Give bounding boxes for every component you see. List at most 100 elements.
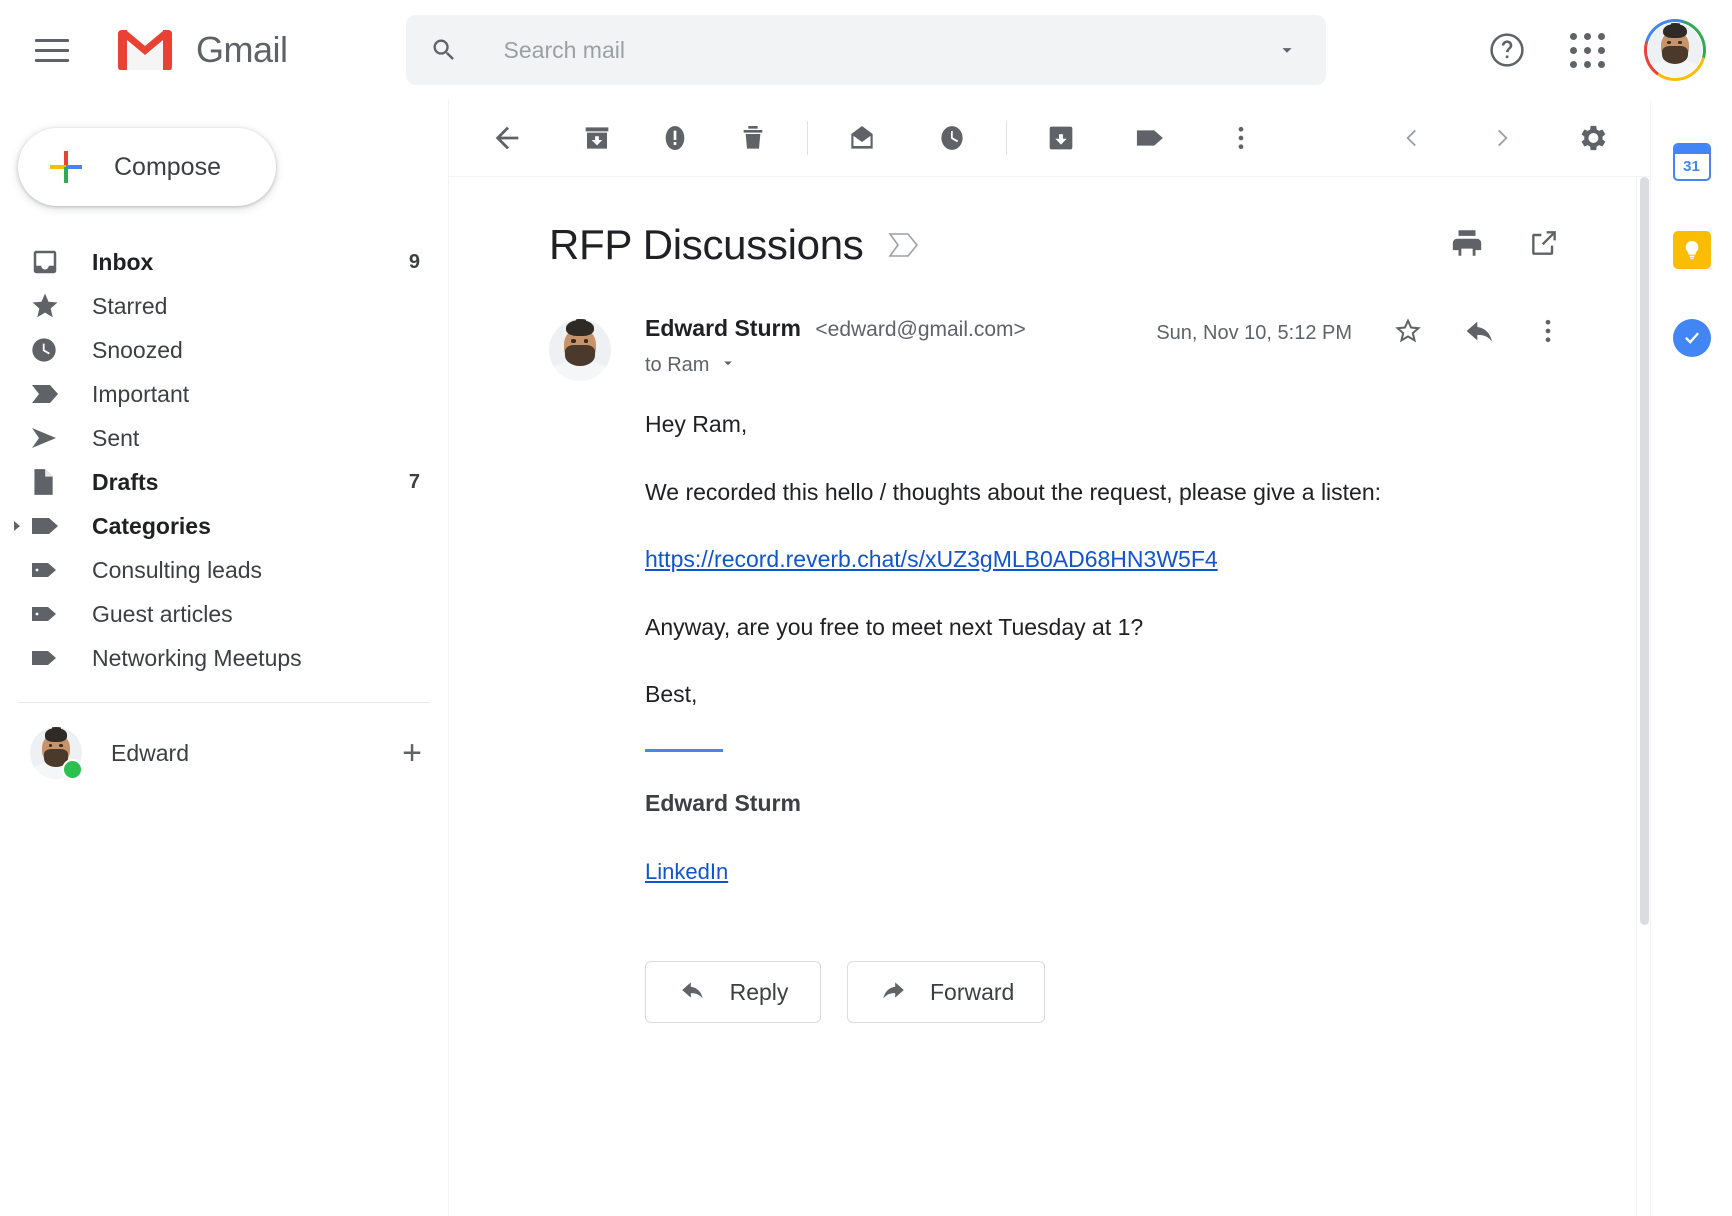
toolbar-right-actions [1384, 110, 1620, 166]
sidebar-nav: Inbox 9 Starred Snoozed Important Sent D… [0, 240, 448, 680]
compose-button[interactable]: Compose [18, 128, 276, 206]
reply-label: Reply [729, 978, 789, 1005]
clock-icon [30, 336, 70, 364]
scrollbar-thumb[interactable] [1640, 177, 1649, 926]
sidebar-item-label: Guest articles [92, 600, 233, 627]
sidebar-item-label: Inbox [92, 248, 154, 275]
sidebar-item-sent[interactable]: Sent [0, 416, 448, 460]
reply-arrow-icon[interactable] [1464, 315, 1496, 352]
linkedin-link[interactable]: LinkedIn [645, 859, 728, 884]
app-body: Compose Inbox 9 Starred Snoozed Importan… [0, 100, 1732, 1216]
plus-icon [44, 145, 88, 189]
page-title: RFP Discussions [549, 221, 864, 268]
sidebar-item-label: Important [92, 380, 190, 407]
label-icon [30, 514, 70, 538]
body-paragraph-1: We recorded this hello / thoughts about … [645, 478, 1382, 505]
reply-button[interactable]: Reply [645, 961, 821, 1024]
sidebar-item-guest-articles[interactable]: Guest articles [0, 592, 448, 636]
google-tasks-icon[interactable] [1670, 316, 1714, 360]
recipients-row[interactable]: to Ram [645, 354, 1026, 377]
google-keep-icon[interactable] [1670, 228, 1714, 272]
search-box[interactable] [405, 15, 1326, 85]
sender-email: <edward@gmail.com> [815, 318, 1026, 341]
sidebar-item-label: Consulting leads [92, 556, 263, 583]
more-options-button[interactable] [1213, 110, 1269, 166]
account-name: Edward [111, 739, 189, 766]
sidebar-item-categories[interactable]: Categories [0, 504, 448, 548]
message-meta: Sun, Nov 10, 5:12 PM [1156, 315, 1590, 352]
email-message: Edward Sturm <edward@gmail.com> to Ram S… [549, 315, 1590, 1024]
sidebar-item-networking-meetups[interactable]: Networking Meetups [0, 636, 448, 680]
star-icon [30, 291, 70, 321]
newer-message-button[interactable] [1384, 110, 1440, 166]
sidebar-item-inbox[interactable]: Inbox 9 [0, 240, 448, 284]
more-vertical-icon[interactable] [1536, 316, 1560, 351]
report-spam-button[interactable] [647, 110, 703, 166]
chevron-down-icon[interactable] [719, 354, 737, 377]
subject-row: RFP Discussions [549, 221, 1590, 269]
sidebar-item-important[interactable]: Important [0, 372, 448, 416]
inbox-label-icon[interactable] [887, 230, 921, 260]
printer-icon[interactable] [1450, 226, 1484, 265]
email-toolbar [449, 100, 1650, 176]
gmail-m-logo [116, 28, 174, 72]
help-circle-icon[interactable] [1484, 27, 1530, 73]
message-header: Edward Sturm <edward@gmail.com> to Ram S… [645, 315, 1590, 377]
add-account-plus-icon[interactable]: + [402, 736, 422, 770]
header-actions [1484, 19, 1712, 81]
recipients-label: to Ram [645, 354, 710, 376]
message-actions: Reply Forward [645, 961, 1590, 1024]
sidebar-item-label: Sent [92, 424, 140, 451]
brand: Gmail [116, 28, 288, 72]
app-header: Gmail [0, 0, 1732, 100]
side-apps-rail: 31 [1650, 100, 1732, 1216]
sidebar: Compose Inbox 9 Starred Snoozed Importan… [0, 100, 448, 1216]
sidebar-item-snoozed[interactable]: Snoozed [0, 328, 448, 372]
reading-pane-scrollbar[interactable] [1636, 177, 1650, 1216]
status-online-dot [62, 758, 83, 780]
hamburger-icon[interactable] [26, 24, 78, 76]
sidebar-item-drafts[interactable]: Drafts 7 [0, 460, 448, 504]
google-calendar-icon[interactable]: 31 [1670, 140, 1714, 184]
labels-button[interactable] [1123, 110, 1179, 166]
sender-avatar [549, 319, 611, 381]
sidebar-account-row[interactable]: Edward + [0, 711, 448, 795]
open-in-new-icon[interactable] [1528, 227, 1560, 264]
account-avatar[interactable] [1644, 19, 1706, 81]
older-message-button[interactable] [1474, 110, 1530, 166]
subject-actions [1450, 226, 1590, 265]
signature-divider [645, 748, 723, 752]
compose-label: Compose [114, 152, 221, 181]
snooze-button[interactable] [924, 110, 980, 166]
sender-name: Edward Sturm [645, 315, 801, 341]
add-to-tasks-button[interactable] [1033, 110, 1089, 166]
label-outline-icon [30, 558, 70, 582]
sidebar-item-consulting-leads[interactable]: Consulting leads [0, 548, 448, 592]
body-greeting: Hey Ram, [645, 411, 748, 437]
mark-unread-button[interactable] [834, 110, 890, 166]
search-icon [430, 36, 458, 64]
toolbar-divider [807, 121, 808, 155]
sidebar-item-starred[interactable]: Starred [0, 284, 448, 328]
gmail-app: Gmail Search mail Compose Inbox 9 Starre… [0, 0, 1732, 1216]
body-closing: Best, [645, 681, 698, 708]
chevron-right-icon[interactable] [10, 519, 24, 533]
label-outline-icon [30, 602, 70, 626]
toolbar-divider [1006, 121, 1007, 155]
search-bar [405, 15, 1326, 85]
apps-grid-icon[interactable] [1564, 27, 1610, 73]
forward-button[interactable]: Forward [847, 961, 1046, 1024]
reading-pane: RFP Discussions Edward Sturm <edward@gma… [449, 176, 1650, 1216]
sidebar-item-count: 9 [408, 250, 420, 273]
email-body-text: Hey Ram, We recorded this hello / though… [645, 411, 1590, 885]
archive-button[interactable] [569, 110, 625, 166]
gear-icon[interactable] [1564, 110, 1620, 166]
draft-page-icon [30, 467, 70, 497]
label-icon [30, 646, 70, 670]
search-input[interactable] [503, 36, 1272, 64]
star-outline-icon[interactable] [1392, 315, 1424, 352]
delete-button[interactable] [725, 110, 781, 166]
recording-link[interactable]: https://record.reverb.chat/s/xUZ3gMLB0AD… [645, 546, 1218, 572]
chevron-down-icon[interactable] [1272, 35, 1302, 65]
back-button[interactable] [479, 110, 535, 166]
